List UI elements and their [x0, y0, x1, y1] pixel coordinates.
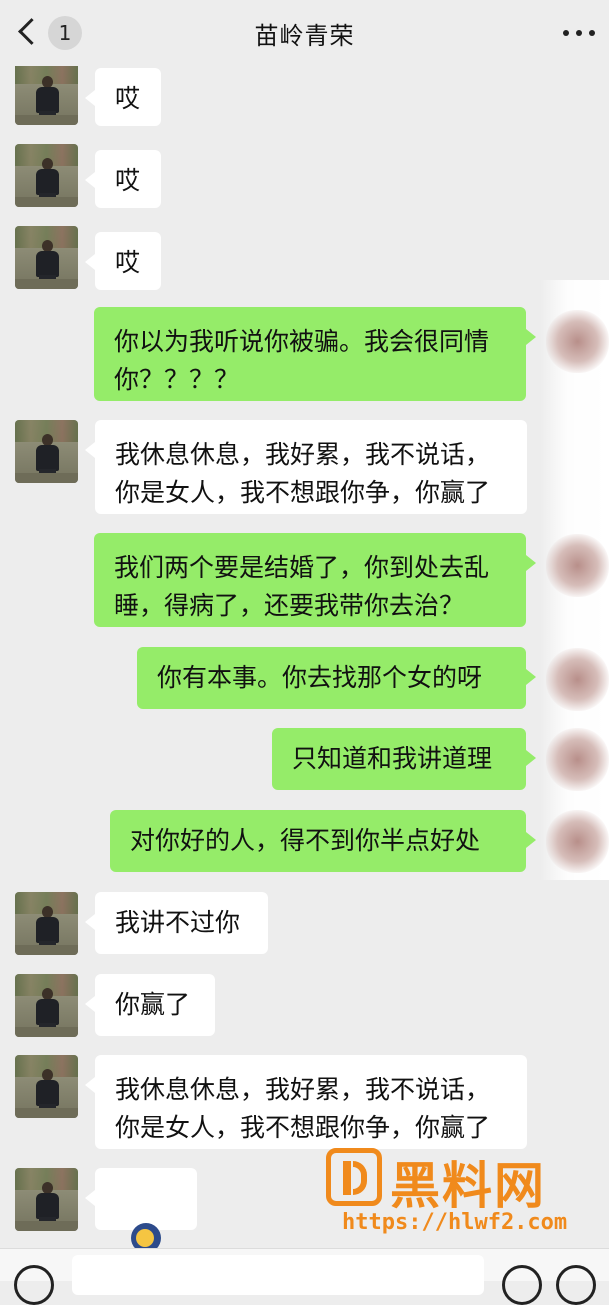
self-avatar[interactable] — [546, 310, 609, 373]
watermark-brand: 黑料网 — [390, 1157, 546, 1215]
outgoing-message-bubble[interactable]: 只知道和我讲道理 — [272, 728, 536, 790]
incoming-message-bubble[interactable]: 哎 — [85, 68, 161, 126]
contact-avatar[interactable] — [15, 226, 78, 289]
outgoing-message-bubble[interactable]: 你以为我听说你被骗。我会很同情 你？？？？ — [94, 307, 536, 401]
watermark-url: https://hlwf2.com — [342, 1210, 568, 1235]
incoming-message-bubble[interactable]: 我讲不过你 — [85, 892, 268, 954]
contact-avatar[interactable] — [15, 1055, 78, 1118]
incoming-message-bubble[interactable]: 你赢了 — [85, 974, 215, 1036]
contact-avatar[interactable] — [15, 974, 78, 1037]
outgoing-message-bubble[interactable]: 你有本事。你去找那个女的呀 — [137, 647, 536, 709]
contact-avatar[interactable] — [15, 144, 78, 207]
message-input[interactable] — [72, 1255, 484, 1295]
chat-header: 1 苗岭青荣 — [0, 0, 609, 66]
incoming-emoji-bubble[interactable] — [85, 1168, 197, 1291]
input-bar — [0, 1248, 609, 1305]
incoming-message-bubble[interactable]: 哎 — [85, 232, 161, 290]
incoming-message-bubble[interactable]: 我休息休息，我好累，我不说话， 你是女人，我不想跟你争，你赢了 — [85, 420, 527, 514]
outgoing-message-bubble[interactable]: 对你好的人，得不到你半点好处 — [110, 810, 536, 872]
watermark-logo-icon — [326, 1148, 382, 1206]
self-avatar[interactable] — [546, 810, 609, 873]
more-dots-icon[interactable] — [563, 30, 595, 38]
chat-title: 苗岭青荣 — [254, 22, 355, 50]
incoming-message-bubble[interactable]: 我休息休息，我好累，我不说话， 你是女人，我不想跟你争，你赢了 — [85, 1055, 527, 1149]
self-avatar[interactable] — [546, 648, 609, 711]
voice-icon[interactable] — [14, 1265, 54, 1305]
watermark: 黑料网 https://hlwf2.com — [326, 1148, 609, 1240]
self-avatar[interactable] — [546, 728, 609, 791]
plus-icon[interactable] — [556, 1265, 596, 1305]
self-avatar[interactable] — [546, 534, 609, 597]
outgoing-message-bubble[interactable]: 我们两个要是结婚了，你到处去乱 睡，得病了，还要我带你去治？ — [94, 533, 536, 627]
contact-avatar[interactable] — [15, 420, 78, 483]
emoji-icon[interactable] — [502, 1265, 542, 1305]
contact-avatar[interactable] — [15, 892, 78, 955]
contact-avatar[interactable] — [15, 1168, 78, 1231]
incoming-message-bubble[interactable]: 哎 — [85, 150, 161, 208]
contact-avatar[interactable] — [15, 62, 78, 125]
